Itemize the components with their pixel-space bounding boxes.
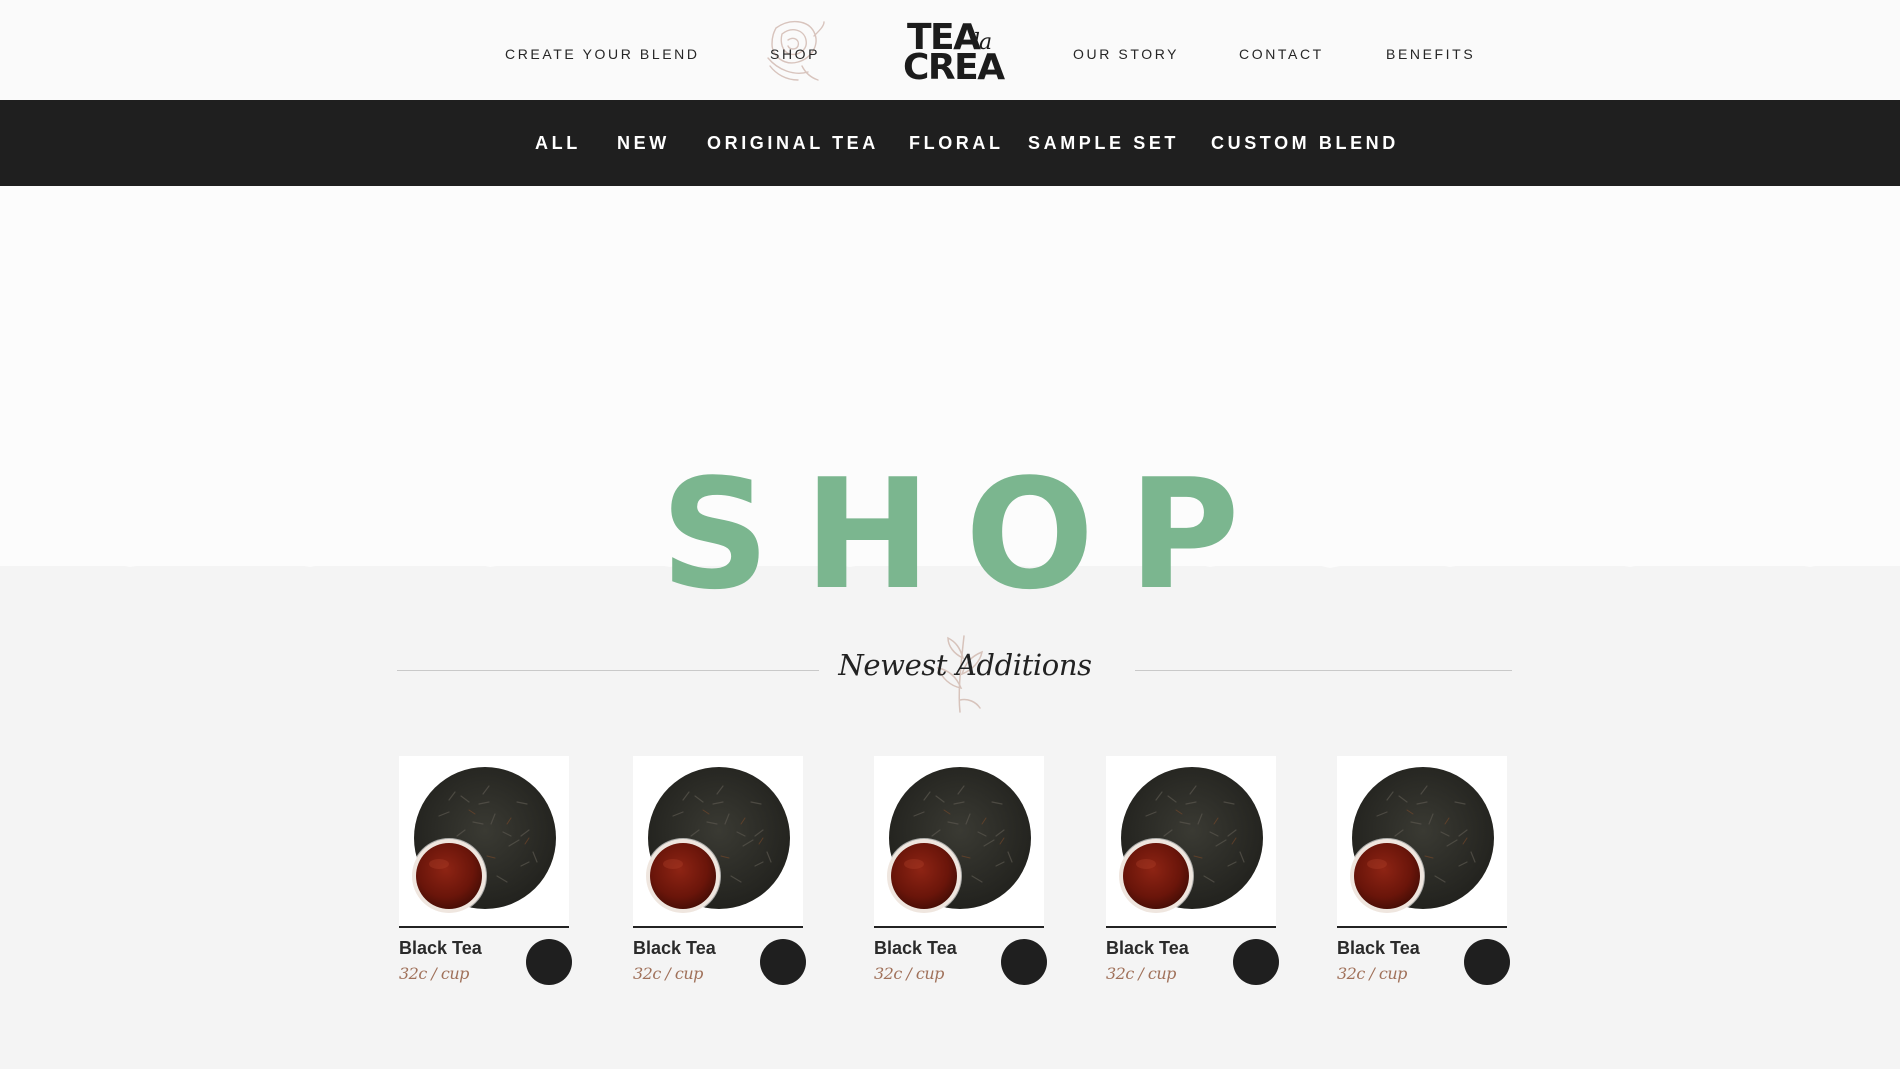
product-image[interactable] xyxy=(399,756,569,928)
loose-leaf-tea-image xyxy=(411,767,556,914)
section-title-newest-additions: Newest Additions xyxy=(838,648,1092,682)
product-name[interactable]: Black Tea xyxy=(633,938,716,959)
product-image[interactable] xyxy=(1106,756,1276,928)
product-price: 32c / cup xyxy=(874,964,944,983)
top-navigation: CREATE YOUR BLEND SHOP TEA la CREA OUR S… xyxy=(0,0,1900,100)
loose-leaf-tea-image xyxy=(1118,767,1263,914)
product-image[interactable] xyxy=(874,756,1044,928)
product-card: Black Tea 32c / cup xyxy=(399,756,574,986)
nav-link-our-story[interactable]: OUR STORY xyxy=(1073,46,1179,62)
divider-right xyxy=(1135,670,1512,671)
product-name[interactable]: Black Tea xyxy=(874,938,957,959)
product-image[interactable] xyxy=(633,756,803,928)
product-card: Black Tea 32c / cup xyxy=(1337,756,1512,986)
category-custom-blend[interactable]: CUSTOM BLEND xyxy=(1211,133,1399,154)
product-card: Black Tea 32c / cup xyxy=(874,756,1049,986)
product-name[interactable]: Black Tea xyxy=(399,938,482,959)
category-all[interactable]: ALL xyxy=(535,133,581,154)
divider-left xyxy=(397,670,819,671)
category-sample-set[interactable]: SAMPLE SET xyxy=(1028,133,1179,154)
product-price: 32c / cup xyxy=(633,964,703,983)
logo-line-crea: CREA xyxy=(903,47,1005,88)
loose-leaf-tea-image xyxy=(886,767,1031,914)
add-to-cart-button[interactable] xyxy=(526,939,572,985)
nav-link-benefits[interactable]: BENEFITS xyxy=(1386,46,1475,62)
nav-link-create-your-blend[interactable]: CREATE YOUR BLEND xyxy=(505,46,700,62)
product-name[interactable]: Black Tea xyxy=(1337,938,1420,959)
add-to-cart-button[interactable] xyxy=(1233,939,1279,985)
page-title: SHOP xyxy=(660,446,1274,623)
category-original-tea[interactable]: ORIGINAL TEA xyxy=(707,133,879,154)
product-card: Black Tea 32c / cup xyxy=(633,756,808,986)
nav-link-contact[interactable]: CONTACT xyxy=(1239,46,1324,62)
brand-logo[interactable]: TEA la CREA xyxy=(903,18,1005,88)
product-image[interactable] xyxy=(1337,756,1507,928)
product-card: Black Tea 32c / cup xyxy=(1106,756,1281,986)
nav-link-shop[interactable]: SHOP xyxy=(770,46,820,62)
product-name[interactable]: Black Tea xyxy=(1106,938,1189,959)
category-floral[interactable]: FLORAL xyxy=(909,133,1004,154)
add-to-cart-button[interactable] xyxy=(760,939,806,985)
loose-leaf-tea-image xyxy=(1349,767,1494,914)
product-price: 32c / cup xyxy=(399,964,469,983)
category-new[interactable]: NEW xyxy=(617,133,670,154)
add-to-cart-button[interactable] xyxy=(1001,939,1047,985)
category-bar: ALL NEW ORIGINAL TEA FLORAL SAMPLE SET C… xyxy=(0,100,1900,186)
add-to-cart-button[interactable] xyxy=(1464,939,1510,985)
product-price: 32c / cup xyxy=(1106,964,1176,983)
product-price: 32c / cup xyxy=(1337,964,1407,983)
loose-leaf-tea-image xyxy=(645,767,790,914)
